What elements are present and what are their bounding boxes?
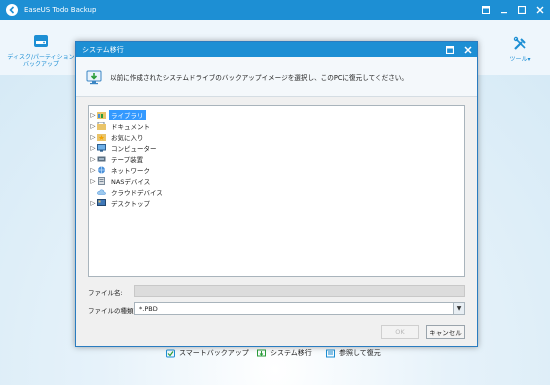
app-title: EaseUS Todo Backup bbox=[24, 6, 97, 14]
desktop-icon bbox=[97, 198, 106, 206]
tools-label: ツール▾ bbox=[509, 56, 531, 63]
tree-item-label: お気に入り bbox=[111, 133, 144, 142]
tree-item-label: ライブラリ bbox=[109, 109, 146, 120]
smart-backup-label: スマートバックアップ bbox=[179, 349, 249, 357]
disk-backup-icon bbox=[34, 35, 48, 47]
file-type-label: ファイルの種類: bbox=[88, 307, 136, 315]
disk-backup-label-1: ディスク/パーティション bbox=[7, 54, 75, 61]
tools-menu-button[interactable]: ツール▾ bbox=[500, 36, 540, 63]
tree-item-tape-drive[interactable]: ▷ テープ装置 bbox=[89, 153, 145, 164]
cancel-button[interactable]: キャンセル bbox=[426, 325, 465, 339]
nas-device-icon bbox=[98, 176, 105, 185]
expand-arrow-icon[interactable]: ▷ bbox=[89, 144, 97, 152]
chevron-down-icon[interactable]: ▼ bbox=[453, 303, 464, 314]
expand-arrow-icon[interactable]: ▷ bbox=[89, 166, 97, 174]
dialog-close-icon[interactable] bbox=[463, 44, 473, 55]
favorites-icon bbox=[97, 133, 106, 141]
file-type-select[interactable]: *.PBD ▼ bbox=[134, 302, 465, 315]
system-migration-label: システム移行 bbox=[270, 349, 312, 357]
tree-item-label: ネットワーク bbox=[111, 166, 150, 175]
cloud-icon bbox=[97, 189, 106, 195]
dialog-maximize-icon[interactable] bbox=[445, 44, 455, 55]
tree-item-label: NASデバイス bbox=[111, 177, 151, 186]
documents-icon bbox=[97, 121, 106, 130]
tree-item-computer[interactable]: ▷ コンピューター bbox=[89, 142, 159, 153]
tree-item-label: ドキュメント bbox=[111, 122, 150, 131]
tree-item-library[interactable]: ▷ ライブラリ bbox=[89, 109, 146, 120]
app-titlebar: EaseUS Todo Backup bbox=[0, 0, 550, 20]
dialog-header: 以前に作成されたシステムドライブのバックアップイメージを選択し、このPCに復元し… bbox=[76, 57, 477, 97]
system-migration-link[interactable]: システム移行 bbox=[257, 348, 312, 358]
tree-item-label: コンピューター bbox=[111, 144, 157, 153]
smart-backup-link[interactable]: スマートバックアップ bbox=[166, 348, 249, 358]
tape-drive-icon bbox=[97, 156, 106, 161]
tree-item-desktop[interactable]: ▷ デスクトップ bbox=[89, 197, 152, 208]
system-migration-icon bbox=[257, 349, 266, 356]
browse-restore-label: 参照して復元 bbox=[339, 349, 381, 357]
location-tree[interactable]: ▷ ライブラリ ▷ ドキュメント ▷ お気に入り ▷ コンピューター ▷ テープ… bbox=[88, 105, 465, 277]
system-migration-dialog: システム移行 以前に作成されたシステムドライブのバックアップイメージを選択し、こ… bbox=[75, 41, 478, 347]
dialog-instruction: 以前に作成されたシステムドライブのバックアップイメージを選択し、このPCに復元し… bbox=[110, 73, 408, 82]
tree-item-label: デスクトップ bbox=[111, 199, 150, 208]
disk-partition-backup-button[interactable]: ディスク/パーティション バックアップ bbox=[6, 34, 76, 68]
tree-item-label: クラウドデバイス bbox=[111, 188, 163, 197]
file-name-label: ファイル名: bbox=[88, 289, 123, 297]
network-icon bbox=[98, 166, 105, 173]
library-icon bbox=[97, 111, 106, 119]
monitor-download-icon bbox=[86, 70, 102, 84]
disk-backup-label-2: バックアップ bbox=[22, 61, 59, 68]
close-icon[interactable] bbox=[534, 4, 546, 16]
bottom-links: スマートバックアップ システム移行 参照して復元 bbox=[0, 348, 550, 362]
expand-arrow-icon[interactable]: ▷ bbox=[89, 155, 97, 163]
app-logo-icon bbox=[6, 4, 18, 16]
minimize-icon[interactable] bbox=[498, 4, 510, 16]
smart-backup-icon bbox=[166, 349, 175, 357]
tree-item-favorites[interactable]: ▷ お気に入り bbox=[89, 131, 146, 142]
expand-arrow-icon[interactable]: ▷ bbox=[89, 133, 97, 141]
expand-arrow-icon[interactable]: ▷ bbox=[89, 177, 97, 185]
tools-icon bbox=[513, 36, 526, 50]
tree-item-label: テープ装置 bbox=[111, 155, 144, 164]
expand-arrow-icon[interactable]: ▷ bbox=[89, 122, 97, 130]
dialog-title: システム移行 bbox=[82, 45, 124, 54]
browse-restore-icon bbox=[326, 349, 335, 357]
expand-arrow-icon[interactable]: ▷ bbox=[89, 199, 97, 207]
maximize-icon[interactable] bbox=[516, 4, 528, 16]
file-name-field[interactable] bbox=[134, 285, 465, 297]
ok-button[interactable]: OK bbox=[381, 325, 419, 339]
expand-arrow-icon[interactable]: ▷ bbox=[89, 111, 97, 119]
computer-icon bbox=[97, 143, 106, 152]
restore-window-icon[interactable] bbox=[480, 4, 492, 16]
dialog-titlebar: システム移行 bbox=[76, 42, 477, 57]
file-type-value: *.PBD bbox=[139, 304, 158, 313]
tree-item-nas-device[interactable]: ▷ NASデバイス bbox=[89, 175, 152, 186]
tree-item-documents[interactable]: ▷ ドキュメント bbox=[89, 120, 152, 131]
browse-restore-link[interactable]: 参照して復元 bbox=[326, 348, 381, 358]
tree-item-cloud-device[interactable]: クラウドデバイス bbox=[89, 186, 165, 197]
tree-item-network[interactable]: ▷ ネットワーク bbox=[89, 164, 152, 175]
